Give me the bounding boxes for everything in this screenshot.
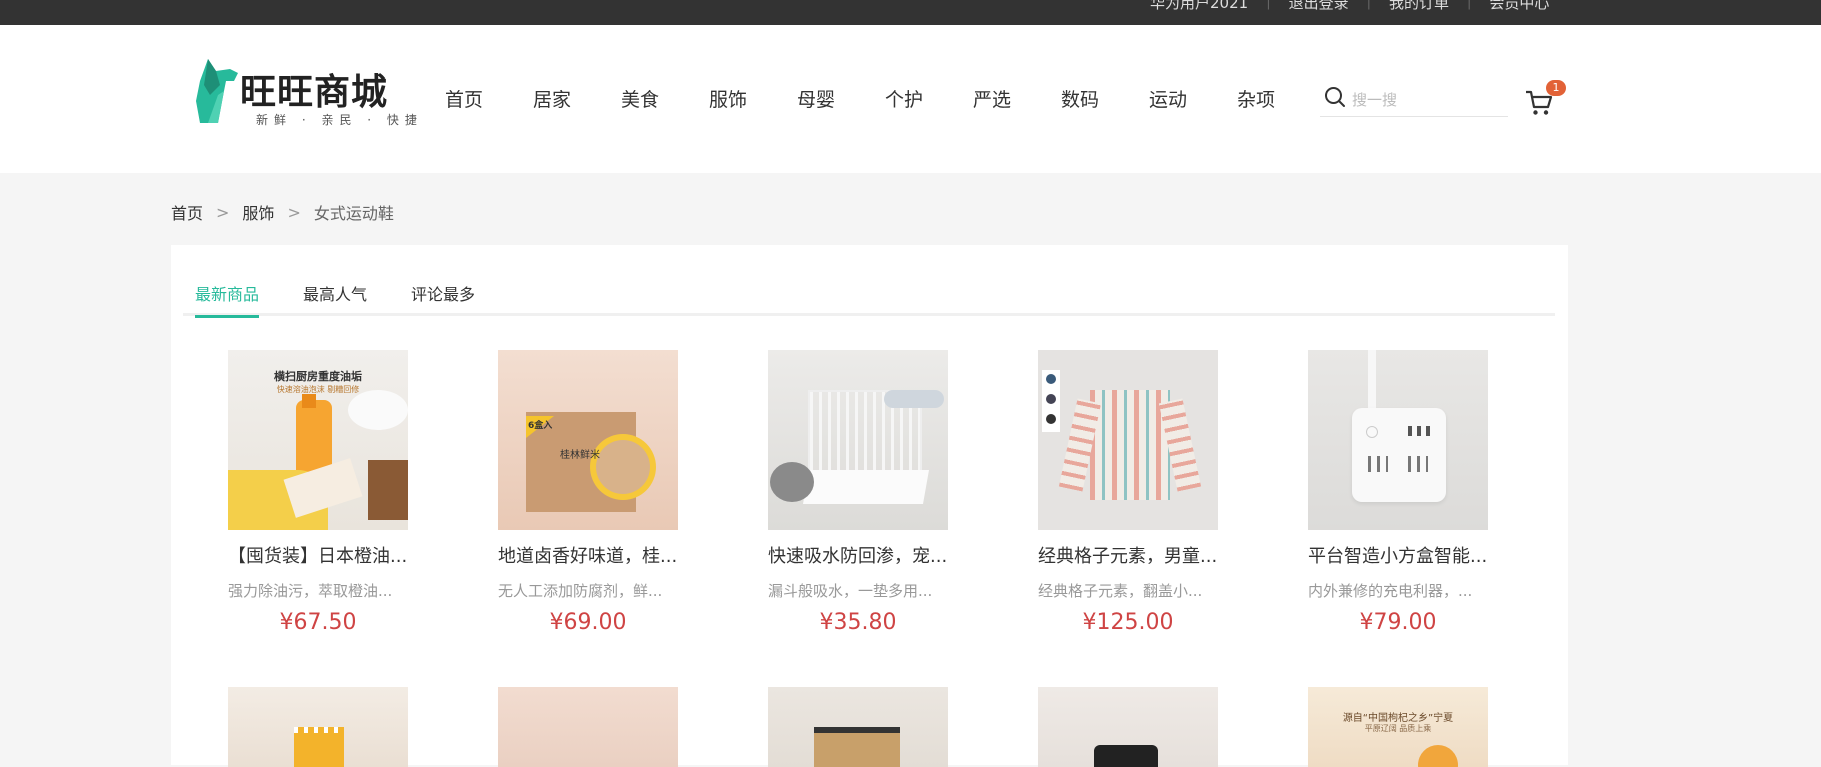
product-image[interactable] — [1038, 687, 1218, 767]
product-image[interactable] — [768, 687, 948, 767]
product-image[interactable]: 6盒入 桂林鲜米 — [498, 350, 678, 530]
topbar-orders-link[interactable]: 我的订单 — [1389, 0, 1449, 13]
topbar-divider: | — [1467, 0, 1472, 10]
search-icon[interactable] — [1324, 86, 1346, 108]
product-image-caption: 桂林鲜米 — [560, 450, 600, 461]
breadcrumb-current: 女式运动鞋 — [313, 204, 394, 223]
breadcrumb-separator: > — [287, 202, 301, 222]
product-desc: 强力除油污，萃取橙油... — [228, 582, 393, 600]
topbar-logout-link[interactable]: 退出登录 — [1289, 0, 1349, 13]
product-image-caption: 源自“中国枸杞之乡”宁夏 — [1342, 713, 1454, 724]
product-price: ¥125.00 — [1082, 610, 1174, 635]
product-image[interactable]: 源自“中国枸杞之乡”宁夏 平原辽阔 品质上乘 — [1308, 687, 1488, 767]
product-card[interactable]: 快速吸水防回渗，宠... 漏斗般吸水，一垫多用... ¥35.80 — [768, 350, 958, 635]
product-price: ¥79.00 — [1359, 610, 1437, 635]
product-desc: 无人工添加防腐剂，鲜... — [498, 582, 663, 600]
nav-item-personal-care[interactable]: 个护 — [885, 85, 973, 112]
topbar-user-link[interactable]: 华为用户2021 — [1150, 0, 1248, 13]
nav-item-food[interactable]: 美食 — [621, 85, 709, 112]
nav-item-home-living[interactable]: 居家 — [533, 85, 621, 112]
top-bar: 华为用户2021 | 退出登录 | 我的订单 | 会员中心 — [0, 0, 1821, 25]
topbar-member-link[interactable]: 会员中心 — [1489, 0, 1549, 13]
product-image-subcaption: 平原辽阔 品质上乘 — [1364, 724, 1432, 733]
product-image[interactable] — [498, 687, 678, 767]
cart-button[interactable]: 1 — [1524, 80, 1566, 120]
nav-item-apparel[interactable]: 服饰 — [709, 85, 797, 112]
product-card[interactable]: 横扫厨房重度油垢 快速溶油泡沫 剔糟回修 【囤货装】日本橙油... 强力除油污，… — [228, 350, 418, 635]
breadcrumb-apparel[interactable]: 服饰 — [242, 200, 274, 224]
site-logo[interactable]: 旺旺商城 新鲜 · 亲民 · 快捷 — [194, 53, 417, 153]
topbar-links: 华为用户2021 | 退出登录 | 我的订单 | 会员中心 — [1150, 0, 1549, 12]
product-desc: 漏斗般吸水，一垫多用... — [768, 582, 933, 600]
cart-count-badge: 1 — [1546, 80, 1566, 96]
product-image[interactable] — [768, 350, 948, 530]
logo-slogan: 新鲜 · 亲民 · 快捷 — [256, 113, 423, 127]
product-price: ¥69.00 — [549, 610, 627, 635]
site-header: 旺旺商城 新鲜 · 亲民 · 快捷 首页 居家 美食 服饰 母婴 个护 严选 数… — [0, 25, 1821, 173]
product-price: ¥35.80 — [819, 610, 897, 635]
product-panel: 最新商品 最高人气 评论最多 横扫厨房重度油垢 快速溶油泡沫 剔糟回修 【囤货装… — [171, 245, 1568, 767]
product-desc: 内外兼修的充电利器，... — [1308, 582, 1473, 600]
logo-text: 旺旺商城 — [240, 72, 389, 113]
search-input[interactable] — [1350, 88, 1504, 112]
product-name[interactable]: 快速吸水防回渗，宠... — [768, 542, 968, 568]
product-card[interactable]: 6盒入 桂林鲜米 地道卤香好味道，桂... 无人工添加防腐剂，鲜... ¥69.… — [498, 350, 688, 635]
topbar-divider: | — [1366, 0, 1371, 10]
product-name[interactable]: 【囤货装】日本橙油... — [228, 542, 428, 568]
topbar-divider: | — [1266, 0, 1271, 10]
search-box — [1320, 82, 1508, 117]
product-name[interactable]: 地道卤香好味道，桂... — [498, 542, 698, 568]
nav-item-digital[interactable]: 数码 — [1061, 85, 1149, 112]
product-desc: 经典格子元素，翻盖小... — [1038, 582, 1203, 600]
product-name[interactable]: 平台智造小方盒智能... — [1308, 542, 1508, 568]
product-price: ¥67.50 — [279, 610, 357, 635]
tab-newest[interactable]: 最新商品 — [195, 281, 260, 318]
product-image[interactable] — [1038, 350, 1218, 530]
nav-item-sports[interactable]: 运动 — [1149, 85, 1237, 112]
product-image-caption: 横扫厨房重度油垢 — [274, 370, 362, 383]
product-card[interactable]: 平台智造小方盒智能... 内外兼修的充电利器，... ¥79.00 — [1308, 350, 1498, 635]
main-nav: 首页 居家 美食 服饰 母婴 个护 严选 数码 运动 杂项 — [445, 85, 1325, 112]
sort-tabs: 最新商品 最高人气 评论最多 — [183, 245, 1555, 318]
nav-item-misc[interactable]: 杂项 — [1237, 85, 1325, 112]
tab-most-reviews[interactable]: 评论最多 — [411, 281, 475, 315]
product-card[interactable]: 经典格子元素，男童... 经典格子元素，翻盖小... ¥125.00 — [1038, 350, 1228, 635]
nav-item-selection[interactable]: 严选 — [973, 85, 1061, 112]
breadcrumb-separator: > — [216, 202, 230, 222]
product-image[interactable]: 横扫厨房重度油垢 快速溶油泡沫 剔糟回修 — [228, 350, 408, 530]
product-image[interactable] — [1308, 350, 1488, 530]
product-image[interactable] — [228, 687, 408, 767]
dog-logo-icon — [196, 59, 238, 123]
product-image-subcaption: 6盒入 — [528, 421, 553, 431]
breadcrumb-home[interactable]: 首页 — [171, 200, 203, 224]
product-name[interactable]: 经典格子元素，男童... — [1038, 542, 1238, 568]
nav-item-home[interactable]: 首页 — [445, 85, 533, 112]
nav-item-baby[interactable]: 母婴 — [797, 85, 885, 112]
breadcrumb: 首页 > 服饰 > 女式运动鞋 — [171, 200, 394, 224]
tab-popular[interactable]: 最高人气 — [303, 281, 367, 315]
